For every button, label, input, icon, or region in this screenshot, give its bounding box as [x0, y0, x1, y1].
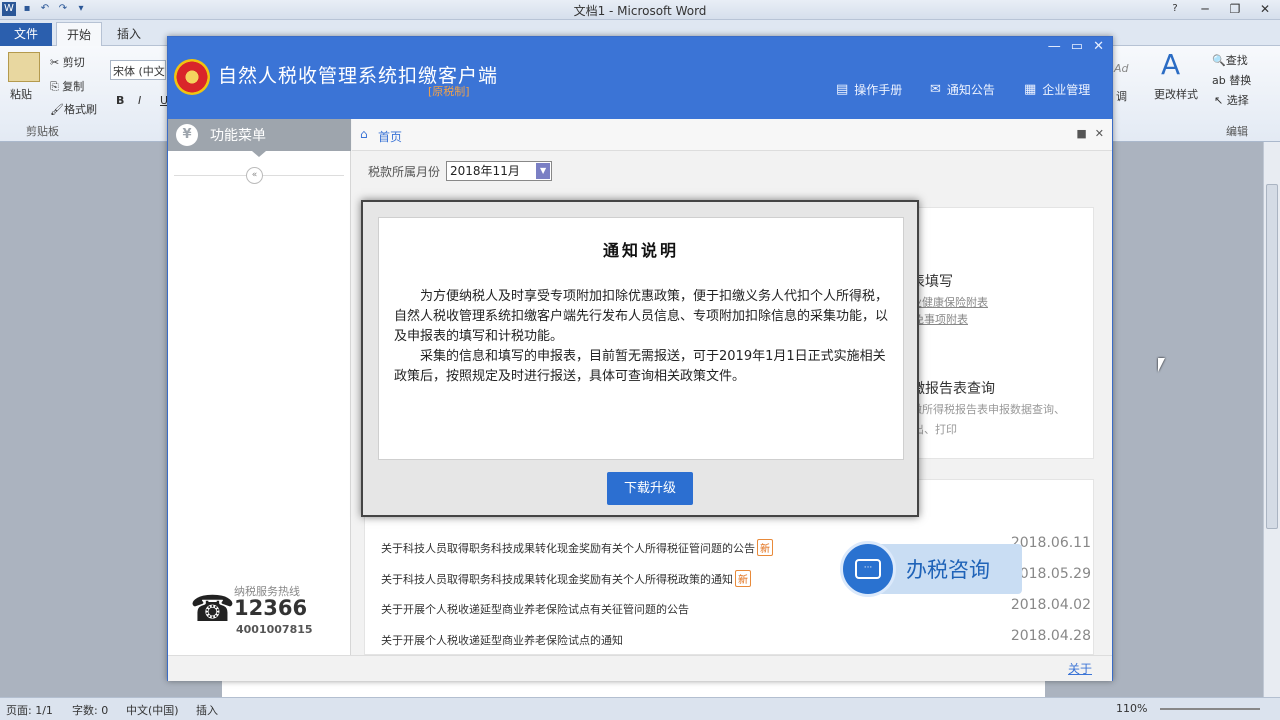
tax-period: 税款所属月份 2018年11月 ▼ [368, 161, 553, 181]
card-query-desc2: 出、打印 [913, 423, 957, 436]
cursor-icon: ↖ [1214, 94, 1227, 107]
breadcrumb: ⌂ 首页 ■ ✕ [352, 119, 1112, 151]
consult-circle: ··· [840, 541, 896, 597]
card-query-title[interactable]: 缴报告表查询 [911, 378, 995, 398]
nav-enterprise[interactable]: ▦ 企业管理 [1024, 81, 1090, 98]
status-language[interactable]: 中文(中国) [126, 702, 179, 718]
manual-icon: ▤ [836, 82, 849, 97]
paste-icon[interactable] [8, 52, 40, 82]
minimize-icon[interactable]: ─ [1190, 0, 1220, 18]
word-title-bar: W ▪ ↶ ↷ ▾ 文档1 - Microsoft Word ? ─ ❐ ✕ [0, 0, 1280, 20]
status-mode[interactable]: 插入 [196, 702, 218, 718]
new-badge: 新 [735, 570, 751, 587]
find-button[interactable]: 🔍查找 [1212, 52, 1248, 68]
select-button[interactable]: ↖ 选择 [1214, 92, 1249, 108]
nav-notice[interactable]: ✉ 通知公告 [930, 81, 995, 98]
copy-icon: ⎘ [50, 80, 63, 93]
change-styles-button[interactable]: 更改样式 [1154, 86, 1198, 102]
window-title: 文档1 - Microsoft Word [573, 4, 707, 18]
building-icon: ▦ [1024, 82, 1037, 97]
function-menu: ¥ 功能菜单 « ☎ 纳税服务热线 12366 4001007815 [168, 119, 351, 655]
clipboard-group-label: 剪贴板 [26, 125, 59, 138]
status-page[interactable]: 页面: 1/1 [6, 702, 53, 718]
period-label: 税款所属月份 [368, 164, 441, 179]
tab-restore-icon[interactable]: ■ [1076, 127, 1086, 140]
brush-icon: 🖌 [50, 103, 64, 116]
chat-icon: ··· [855, 559, 881, 579]
news-item[interactable]: 关于开展个人税收递延型商业养老保险试点有关征管问题的公告 2018.04.02 [381, 597, 1091, 617]
app-header: 自然人税收管理系统扣缴客户端 [原税制] — ▭ ✕ ▤ 操作手册 ✉ 通知公告 ▦… [168, 37, 1112, 119]
about-link[interactable]: 关于 [1068, 660, 1092, 677]
national-emblem-icon [174, 59, 210, 95]
period-select[interactable]: 2018年11月 ▼ [446, 161, 553, 181]
tab-close-icon[interactable]: ✕ [1095, 127, 1104, 140]
zoom-level[interactable]: 110% [1116, 702, 1147, 715]
breadcrumb-home[interactable]: 首页 [378, 128, 402, 145]
new-badge: 新 [757, 539, 773, 556]
vertical-scrollbar[interactable] [1263, 142, 1280, 697]
yen-icon: ¥ [176, 124, 198, 146]
replace-icon: ab [1212, 74, 1230, 87]
news-date: 2018.04.28 [1010, 628, 1091, 644]
news-date: 2018.06.11 [1010, 535, 1091, 551]
notice-paragraph-1: 为方便纳税人及时享受专项附加扣除优惠政策，便于扣缴义务人代扣个人所得税，自然人税… [394, 289, 889, 344]
status-bar: 页面: 1/1 字数: 0 中文(中国) 插入 110% [0, 697, 1280, 720]
style-partial[interactable]: 调 [1116, 88, 1127, 104]
notice-content: 通知说明 为方便纳税人及时享受专项附加扣除优惠政策，便于扣缴义务人代扣个人所得税… [378, 217, 904, 460]
copy-button[interactable]: ⎘ 复制 [50, 78, 84, 94]
cut-button[interactable]: ✂ 剪切 [50, 54, 85, 70]
style-sample[interactable]: Ad [1114, 62, 1129, 75]
app-maximize-icon[interactable]: ▭ [1071, 39, 1083, 54]
replace-button[interactable]: ab 替换 [1212, 72, 1251, 88]
consult-label: 办税咨询 [906, 558, 990, 582]
menu-title: 功能菜单 [210, 128, 266, 144]
dropdown-arrow-icon[interactable]: ▼ [536, 163, 551, 179]
zoom-slider[interactable] [1160, 708, 1260, 710]
collapse-icon[interactable]: « [246, 167, 263, 184]
notice-dialog: 通知说明 为方便纳税人及时享受专项附加扣除优惠政策，便于扣缴义务人代扣个人所得税… [361, 200, 919, 517]
app-footer: 关于 [168, 655, 1112, 681]
maximize-icon[interactable]: ❐ [1220, 0, 1250, 18]
service-phone-icon: ☎ [190, 589, 235, 630]
notice-title: 通知说明 [602, 241, 679, 260]
scroll-thumb[interactable] [1266, 184, 1278, 529]
menu-divider: « [174, 167, 344, 184]
app-subtitle: [原税制] [428, 85, 470, 98]
tab-file[interactable]: 文件 [0, 23, 52, 46]
download-upgrade-button[interactable]: 下载升级 [607, 472, 693, 505]
news-item[interactable]: 关于开展个人税收递延型商业养老保险试点的通知 2018.04.28 [381, 628, 1091, 648]
news-date: 2018.04.02 [1010, 597, 1091, 613]
card-query-desc1: 缴所得税报告表申报数据查询、 [911, 403, 1065, 416]
menu-header: ¥ 功能菜单 [168, 119, 351, 157]
notice-paragraph-2: 采集的信息和填写的申报表，目前暂无需报送，可于2019年1月1日正式实施相关政策… [394, 349, 886, 384]
mouse-cursor-icon [1158, 358, 1165, 372]
close-icon[interactable]: ✕ [1250, 0, 1280, 18]
italic-button[interactable]: I [138, 94, 141, 107]
tax-consult-button[interactable]: ··· 办税咨询 [840, 541, 1022, 597]
bold-button[interactable]: B [116, 94, 124, 107]
edit-group-label: 编辑 [1226, 125, 1248, 138]
app-close-icon[interactable]: ✕ [1093, 39, 1104, 54]
font-name-select[interactable]: 宋体 (中文 [110, 60, 166, 80]
news-date: 2018.05.29 [1010, 566, 1091, 582]
hotline-number: 12366 [234, 596, 308, 620]
mail-icon: ✉ [930, 82, 941, 97]
help-icon[interactable]: ? [1160, 0, 1190, 18]
hotline-alt: 4001007815 [236, 623, 313, 636]
format-painter-button[interactable]: 🖌格式刷 [50, 101, 97, 117]
tab-insert[interactable]: 插入 [117, 25, 141, 42]
tab-home[interactable]: 开始 [56, 22, 103, 46]
scissors-icon: ✂ [50, 56, 63, 69]
nav-manual[interactable]: ▤ 操作手册 [836, 81, 902, 98]
card-link-exempt[interactable]: 免事项附表 [913, 311, 968, 327]
card-link-health[interactable]: 业健康保险附表 [911, 294, 988, 310]
paste-button[interactable]: 粘贴 [10, 86, 32, 102]
status-words[interactable]: 字数: 0 [72, 702, 108, 718]
menu-pointer [252, 151, 266, 157]
find-icon: 🔍 [1212, 54, 1226, 67]
change-styles-icon[interactable]: A [1161, 48, 1180, 81]
home-icon[interactable]: ⌂ [360, 127, 368, 141]
app-minimize-icon[interactable]: — [1048, 39, 1061, 54]
